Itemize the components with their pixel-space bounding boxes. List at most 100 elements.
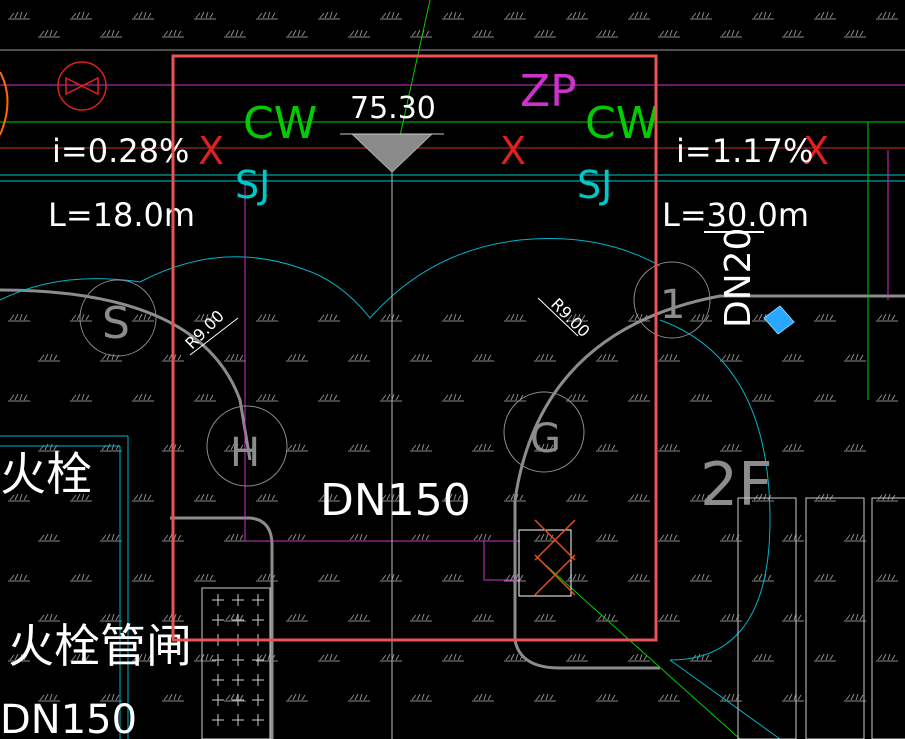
hatch-mark — [8, 393, 30, 402]
hatch-mark — [752, 573, 774, 582]
hatch-mark — [690, 11, 712, 20]
hatch-mark — [380, 393, 402, 402]
hatch-mark — [876, 313, 898, 322]
hatch-mark — [844, 533, 866, 542]
hydrant-label-1: 火栓 — [0, 447, 92, 501]
hatch-mark — [658, 613, 680, 622]
hatch-mark — [286, 443, 308, 452]
hatch-mark — [472, 533, 494, 542]
hatch-mark — [194, 493, 216, 502]
cw-label-left: CW — [243, 98, 317, 149]
paver-cross — [212, 694, 224, 706]
hatch-mark — [504, 11, 526, 20]
hatch-mark — [752, 653, 774, 662]
radius-right-label: R9.00 — [547, 294, 593, 340]
hatch-mark — [70, 573, 92, 582]
hatch-mark — [844, 693, 866, 702]
paver-cross — [232, 674, 244, 686]
hatch-mark — [782, 613, 804, 622]
hatch-mark — [348, 613, 370, 622]
hatch-mark — [318, 573, 340, 582]
hatch-mark — [876, 11, 898, 20]
hatch-mark — [318, 653, 340, 662]
hatch-mark — [534, 353, 556, 362]
hatch-mark — [628, 11, 650, 20]
hatch-mark — [194, 393, 216, 402]
paver-cross — [252, 594, 264, 606]
hatch-mark — [38, 29, 60, 38]
hatch-mark — [876, 573, 898, 582]
hatch-mark — [70, 393, 92, 402]
paver-cross — [232, 654, 244, 666]
paver-cross — [232, 714, 244, 726]
valve-well-icon[interactable] — [518, 519, 576, 597]
hatch-mark — [70, 313, 92, 322]
paver-cross — [252, 694, 264, 706]
hatch-mark — [658, 353, 680, 362]
hatch-mark — [224, 353, 246, 362]
hatch-mark — [38, 353, 60, 362]
hatch-mark — [720, 533, 742, 542]
paver-outline — [201, 587, 271, 739]
hatch-mark — [318, 313, 340, 322]
hatch-mark — [348, 29, 370, 38]
sj-label-right: SJ — [577, 163, 612, 207]
hatch-mark — [8, 313, 30, 322]
hatch-mark — [194, 573, 216, 582]
hatch-mark — [442, 313, 464, 322]
floor-label: 2F — [700, 450, 773, 520]
paver-cross — [252, 714, 264, 726]
hatch-mark — [286, 533, 308, 542]
hatch-mark — [256, 313, 278, 322]
hatch-mark — [844, 29, 866, 38]
hatch-mark — [410, 613, 432, 622]
hatch-mark — [628, 393, 650, 402]
hatch-mark — [628, 493, 650, 502]
hatch-mark — [194, 11, 216, 20]
hatch-mark — [782, 443, 804, 452]
slope-right: i=1.17% — [676, 132, 813, 170]
circle-g-label: G — [530, 416, 561, 462]
hatch-mark — [442, 573, 464, 582]
hatch-mark — [472, 443, 494, 452]
hatch-mark — [348, 443, 370, 452]
valve-icon[interactable] — [57, 61, 107, 111]
hatch-mark — [782, 29, 804, 38]
hatch-mark — [380, 11, 402, 20]
hatch-mark — [132, 493, 154, 502]
hatch-mark — [410, 353, 432, 362]
hatch-mark — [472, 613, 494, 622]
hatch-mark — [410, 29, 432, 38]
hatch-mark — [566, 11, 588, 20]
paver-cross — [252, 674, 264, 686]
hatch-mark — [876, 653, 898, 662]
hatch-mark — [472, 353, 494, 362]
hatch-mark — [844, 443, 866, 452]
pipe-dn150-label: DN150 — [320, 475, 471, 526]
hatch-mark — [534, 613, 556, 622]
fitting-icon[interactable] — [763, 305, 795, 335]
hatch-mark — [596, 443, 618, 452]
hatch-mark — [348, 353, 370, 362]
hatch-mark — [534, 29, 556, 38]
hatch-mark — [256, 493, 278, 502]
hatch-mark — [658, 29, 680, 38]
cw-label-right: CW — [585, 98, 659, 149]
hatch-mark — [720, 353, 742, 362]
hatch-mark — [318, 393, 340, 402]
hatch-mark — [286, 613, 308, 622]
paver-grid — [201, 587, 271, 739]
pipe-dn-vertical-label: DN20 — [718, 228, 759, 328]
hatch-mark — [782, 693, 804, 702]
hatch-mark — [658, 693, 680, 702]
hatch-mark — [566, 573, 588, 582]
hatch-mark — [286, 29, 308, 38]
hatch-mark — [100, 29, 122, 38]
hatch-mark — [658, 443, 680, 452]
hatch-mark — [224, 29, 246, 38]
hatch-mark — [8, 573, 30, 582]
elevation-marker-icon[interactable] — [340, 133, 444, 173]
cad-drawing-canvas[interactable]: X X X ZP CW CW SJ SJ 75.30 i=0.28% i=1.1… — [0, 0, 905, 739]
paver-cross — [212, 614, 224, 626]
paver-cross — [212, 654, 224, 666]
